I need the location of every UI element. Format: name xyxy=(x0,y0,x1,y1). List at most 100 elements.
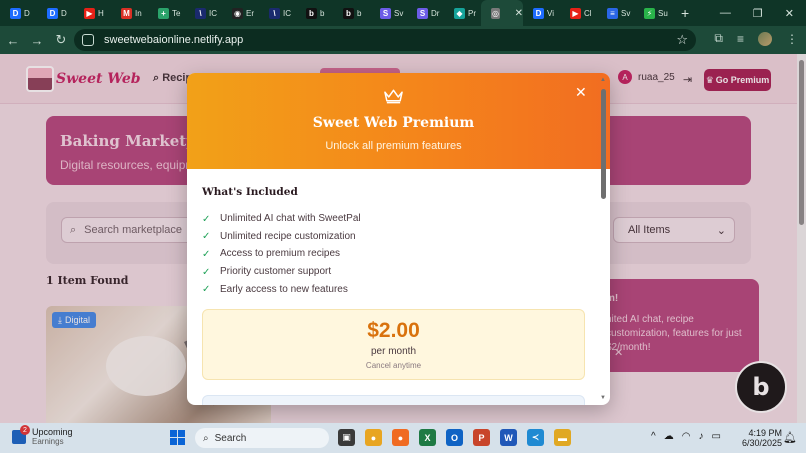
widgets-button[interactable]: 2 Upcoming Earnings xyxy=(12,425,73,447)
tab-label: D xyxy=(61,8,67,18)
tab-label: b xyxy=(320,8,325,18)
feature-text: Access to premium recipes xyxy=(220,248,341,260)
profile-icon[interactable] xyxy=(758,31,772,46)
browser-tab[interactable]: ≡ Sv xyxy=(597,0,634,26)
check-icon: ✓ xyxy=(202,266,211,278)
kebab-menu-icon[interactable]: ⋮ xyxy=(786,32,798,46)
tab-favicon-icon: M xyxy=(121,7,132,19)
browser-tab[interactable]: ◎ ✕ xyxy=(481,0,523,26)
browser-tab[interactable]: ◉ Er xyxy=(222,0,259,26)
stocks-icon: 2 xyxy=(12,425,30,444)
check-icon: ✓ xyxy=(202,248,211,260)
clock-date: 6/30/2025 xyxy=(742,438,783,448)
minimize-icon[interactable]: — xyxy=(720,7,731,19)
browser-tab[interactable]: bb xyxy=(333,0,370,26)
tab-label: In xyxy=(135,8,142,18)
feature-item: ✓ Priority customer support xyxy=(202,263,361,281)
tab-label: Te xyxy=(172,8,181,18)
modal-subtitle: Unlock all premium features xyxy=(325,140,462,152)
excel-icon[interactable]: X xyxy=(419,429,436,446)
tab-label: Sv xyxy=(621,8,631,18)
site-info-icon[interactable] xyxy=(82,34,94,46)
browser-toolbar: ⧉ ≡ ⋮ xyxy=(714,31,798,46)
tab-label: IC xyxy=(209,8,217,18)
tab-favicon-icon: \ xyxy=(269,7,280,19)
feature-list: ✓ Unlimited AI chat with SweetPal ✓ Unlimit… xyxy=(202,210,361,298)
modal-scrollbar-thumb[interactable] xyxy=(601,89,606,199)
wifi-icon[interactable]: ◠ xyxy=(682,431,691,442)
close-window-icon[interactable]: ✕ xyxy=(785,7,794,20)
outlook-icon[interactable]: O xyxy=(446,429,463,446)
check-icon: ✓ xyxy=(202,213,211,225)
scroll-up-icon[interactable]: ▲ xyxy=(600,77,606,83)
browser-tab[interactable]: ▶ H xyxy=(74,0,111,26)
tab-favicon-icon: ⚡ xyxy=(644,7,655,19)
tab-close-icon[interactable]: ✕ xyxy=(515,8,523,19)
browser-tab[interactable]: + Te xyxy=(148,0,185,26)
powerpoint-icon[interactable]: P xyxy=(473,429,490,446)
file-explorer-icon[interactable]: ▬ xyxy=(554,429,571,446)
window-controls: — ❐ ✕ xyxy=(720,0,806,26)
media-control-icon[interactable]: ≡ xyxy=(737,32,744,46)
windows-taskbar: 2 Upcoming Earnings ⌕ Search ▣ ● ● X O P W ≺ ▬ ^… xyxy=(0,423,806,453)
modal-scrollbar[interactable]: ▲ ▼ xyxy=(600,77,608,405)
battery-icon[interactable]: ▭ xyxy=(711,431,720,442)
close-icon[interactable]: ✕ xyxy=(575,84,587,101)
firefox-icon[interactable]: ● xyxy=(392,429,409,446)
browser-tab[interactable]: ▶ Cl xyxy=(560,0,597,26)
feature-item: ✓ Unlimited recipe customization xyxy=(202,228,361,246)
crown-icon xyxy=(384,89,403,104)
feature-item: ✓ Unlimited AI chat with SweetPal xyxy=(202,210,361,228)
tab-label: D xyxy=(24,8,30,18)
browser-tab[interactable]: DD xyxy=(37,0,74,26)
reload-icon[interactable]: ↻ xyxy=(50,32,72,48)
browser-tab[interactable]: bb xyxy=(296,0,333,26)
tab-label: Er xyxy=(246,8,254,18)
back-arrow-icon[interactable]: ← xyxy=(2,33,24,48)
new-tab-icon[interactable]: + xyxy=(681,5,689,21)
vscode-icon[interactable]: ≺ xyxy=(527,429,544,446)
browser-tab[interactable]: D Vi xyxy=(523,0,560,26)
modal-title: Sweet Web Premium xyxy=(312,115,475,131)
browser-tab[interactable]: S Sv xyxy=(370,0,407,26)
word-icon[interactable]: W xyxy=(500,429,517,446)
feature-text: Unlimited recipe customization xyxy=(220,230,356,242)
browser-tab[interactable]: ◆ Pr xyxy=(444,0,481,26)
next-section-box xyxy=(202,395,585,405)
task-view-icon[interactable]: ▣ xyxy=(338,429,355,446)
tab-favicon-icon: ◆ xyxy=(454,7,465,19)
url-field[interactable]: sweetwebaionline.netlify.app ☆ xyxy=(74,29,696,51)
price-box: $2.00 per month Cancel anytime xyxy=(202,309,585,380)
browser-tab[interactable]: S Dr xyxy=(407,0,444,26)
check-icon: ✓ xyxy=(202,284,211,296)
onedrive-icon[interactable]: ☁ xyxy=(664,431,674,442)
browser-tab[interactable]: ⚡ Su xyxy=(634,0,671,26)
tab-favicon-icon: ▶ xyxy=(84,7,95,19)
feature-item: ✓ Early access to new features xyxy=(202,280,361,298)
feature-text: Unlimited AI chat with SweetPal xyxy=(220,213,361,225)
tab-label: Dr xyxy=(431,8,440,18)
chevron-up-icon[interactable]: ^ xyxy=(651,431,656,442)
browser-tab[interactable]: \ IC xyxy=(185,0,222,26)
bookmark-star-icon[interactable]: ☆ xyxy=(676,32,688,48)
browser-tab[interactable]: \ IC xyxy=(259,0,296,26)
check-icon: ✓ xyxy=(202,231,211,243)
forward-arrow-icon[interactable]: → xyxy=(26,33,48,48)
system-clock[interactable]: 4:19 PM 6/30/2025 xyxy=(742,428,782,448)
url-text: sweetwebaionline.netlify.app xyxy=(104,34,244,46)
browser-tab-strip: D D D D ▶ H M In + Te \ IC ◉ Er \ IC b b b b S Sv S Dr ◆ Pr ◎ ✕ D Vi ▶… xyxy=(0,0,806,26)
taskbar-search[interactable]: ⌕ Search xyxy=(195,428,329,448)
browser-tab[interactable]: M In xyxy=(111,0,148,26)
windows-start-icon[interactable] xyxy=(170,430,185,445)
chrome-icon[interactable]: ● xyxy=(365,429,382,446)
restore-icon[interactable]: ❐ xyxy=(753,7,763,20)
tab-favicon-icon: b xyxy=(343,7,354,19)
notification-bell-icon[interactable]: 🔔︎ xyxy=(783,431,797,444)
browser-tab[interactable]: DD xyxy=(0,0,37,26)
volume-icon[interactable]: ♪ xyxy=(698,431,703,442)
price-period: per month xyxy=(370,346,417,357)
tab-favicon-icon: D xyxy=(533,7,544,19)
scroll-down-icon[interactable]: ▼ xyxy=(600,395,606,401)
tab-label: Pr xyxy=(468,8,476,18)
cast-icon[interactable]: ⧉ xyxy=(714,31,723,46)
